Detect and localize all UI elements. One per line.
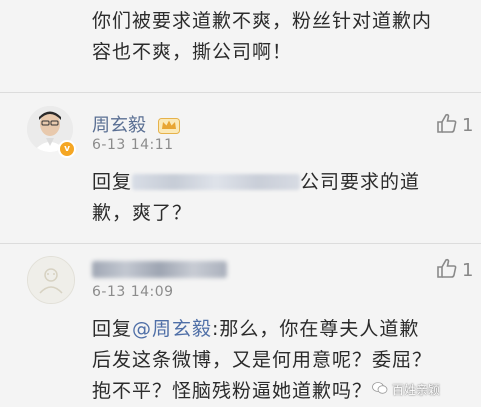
like-count: 1: [462, 115, 474, 136]
comment-username[interactable]: [92, 260, 227, 281]
divider: [0, 243, 481, 244]
comment-line: 容也不爽，撕公司啊！: [92, 41, 293, 63]
wechat-logo-icon: [372, 381, 388, 398]
mention-link[interactable]: @周玄毅: [132, 318, 212, 340]
reply-prefix: 回复: [92, 171, 133, 193]
comment-username[interactable]: 周玄毅: [92, 111, 180, 139]
reply-text-line: 歉，爽了？: [92, 202, 193, 224]
reply-text: 公司要求的道: [300, 171, 421, 193]
reply-prefix: 回复: [92, 318, 133, 340]
cropped-text-line: [92, 0, 472, 6]
crown-badge-icon: [157, 116, 180, 139]
watermark-text: 百姓亲颖: [392, 383, 441, 397]
comment-time: 6-13 14:09: [92, 284, 174, 300]
avatar[interactable]: [27, 256, 75, 304]
like-count: 1: [462, 260, 474, 281]
blurred-username[interactable]: [92, 261, 227, 278]
like-button[interactable]: 1: [436, 258, 473, 283]
username-text[interactable]: 周玄毅: [92, 115, 146, 136]
comment-body: 回复 公司要求的道 歉，爽了？: [92, 167, 462, 229]
blurred-mention: [132, 174, 301, 190]
watermark: 百姓亲颖: [372, 381, 440, 398]
like-button[interactable]: 1: [436, 113, 473, 138]
reply-text-line: 后发这条微博，又是何用意呢？委屈？: [92, 349, 433, 371]
previous-comment-text: 你们被要求道歉不爽，粉丝针对道歉内 容也不爽，撕公司啊！: [92, 0, 472, 68]
reply-text: :那么，你在尊夫人道歉: [212, 318, 420, 340]
divider: [0, 92, 481, 93]
comment-line: 你们被要求道歉不爽，粉丝针对道歉内: [92, 10, 433, 32]
thumbs-up-icon: [436, 113, 458, 138]
verified-badge-icon: v: [58, 140, 76, 158]
thumbs-up-icon: [436, 258, 458, 283]
comment-time: 6-13 14:11: [92, 137, 174, 153]
